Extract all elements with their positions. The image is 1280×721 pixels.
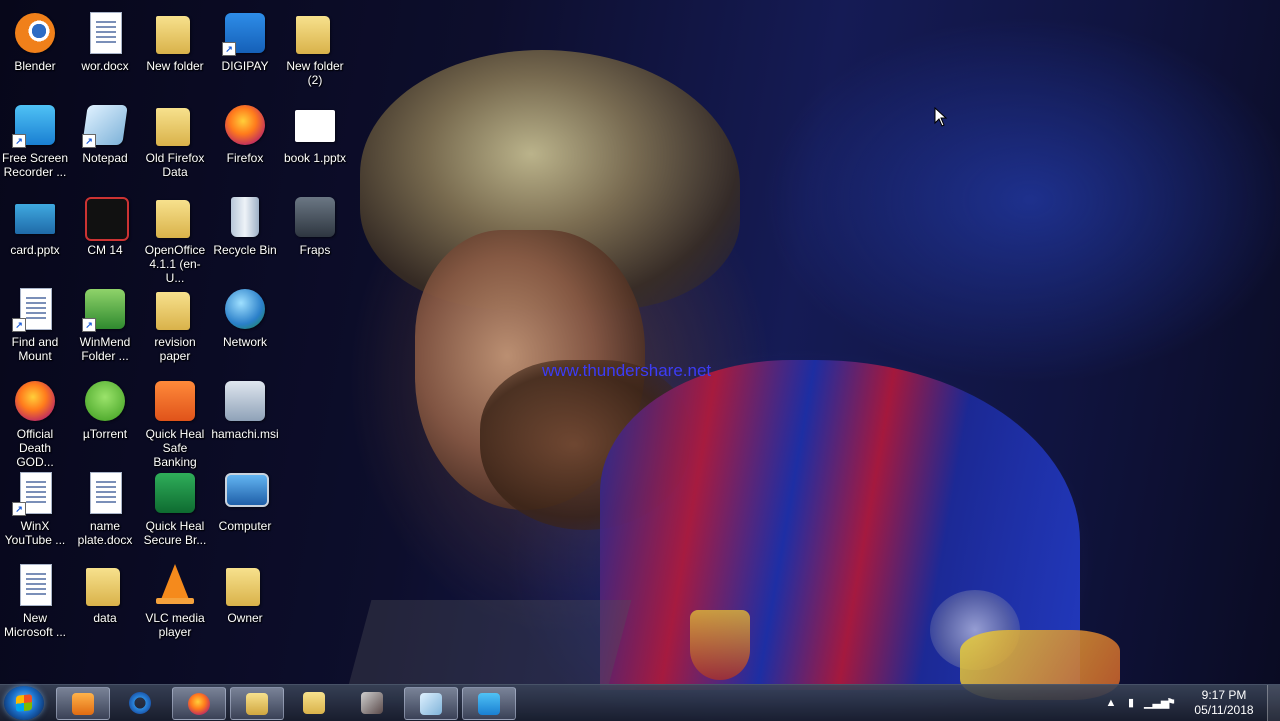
- taskbar-notepad[interactable]: [404, 687, 458, 720]
- folder-icon: [82, 562, 128, 608]
- wallpaper-shadow: [348, 600, 632, 685]
- desktop-icon-free-screen-recorder[interactable]: ↗ Free Screen Recorder ...: [0, 98, 70, 188]
- system-tray: ▲ ▮ ▁▃▅ ⚑ 9:17 PM 05/11/2018: [1100, 685, 1280, 721]
- winmend-icon: ↗: [82, 286, 128, 332]
- desktop-icon-find-and-mount[interactable]: ↗ Find and Mount: [0, 282, 70, 372]
- desktop-icon-card-pptx[interactable]: card.pptx: [0, 190, 70, 280]
- folder-icon: [152, 286, 198, 332]
- word-document-icon: [12, 562, 58, 608]
- desktop-icon-recycle-bin[interactable]: Recycle Bin: [210, 190, 280, 280]
- wallpaper-crest: [690, 610, 750, 680]
- taskbar-firefox[interactable]: [172, 687, 226, 720]
- quick-heal-browser-icon: [152, 470, 198, 516]
- desktop-icon-new-folder[interactable]: New folder: [140, 6, 210, 96]
- folder-icon: [152, 194, 198, 240]
- desktop-icon-new-folder-2[interactable]: New folder (2): [280, 6, 350, 96]
- presentation-icon: [12, 194, 58, 240]
- notepad-icon: [420, 693, 442, 715]
- show-desktop-button[interactable]: [1267, 685, 1280, 721]
- firefox-document-icon: [12, 378, 58, 424]
- blender-icon: [12, 10, 58, 56]
- desktop-icon-name-plate[interactable]: name plate.docx: [70, 466, 140, 556]
- screen-recorder-icon: [478, 693, 500, 715]
- usb-device-icon[interactable]: ▮: [1124, 696, 1138, 710]
- taskbar: ▲ ▮ ▁▃▅ ⚑ 9:17 PM 05/11/2018: [0, 684, 1280, 721]
- desktop-icon-computer[interactable]: Computer: [210, 466, 280, 556]
- windows-logo-icon: [16, 694, 32, 712]
- cm14-icon: [82, 194, 129, 241]
- media-player-icon: [72, 693, 94, 715]
- desktop-icon-utorrent[interactable]: µTorrent: [70, 374, 140, 464]
- desktop-icon-wor-docx[interactable]: wor.docx: [70, 6, 140, 96]
- folder-icon: [303, 692, 325, 714]
- digipay-icon: ↗: [222, 10, 268, 56]
- action-center-flag-icon[interactable]: ⚑: [1164, 696, 1178, 710]
- desktop-icon-blender[interactable]: Blender: [0, 6, 70, 96]
- desktop-icon-notepad[interactable]: ↗ Notepad: [70, 98, 140, 188]
- desktop-icon-new-microsoft[interactable]: New Microsoft ...: [0, 558, 70, 648]
- taskbar-media-player[interactable]: [56, 687, 110, 720]
- game-icon: [361, 692, 383, 714]
- desktop-icon-official-death-god[interactable]: Official Death GOD...: [0, 374, 70, 469]
- utorrent-icon: [82, 378, 128, 424]
- desktop-icon-openoffice[interactable]: OpenOffice 4.1.1 (en-U...: [140, 190, 210, 285]
- clock-date: 05/11/2018: [1194, 703, 1254, 717]
- desktop-icon-old-firefox-data[interactable]: Old Firefox Data: [140, 98, 210, 188]
- vlc-icon: [152, 562, 198, 608]
- wallpaper-sleeve-badge: [930, 590, 1020, 670]
- user-folder-icon: [222, 562, 268, 608]
- computer-icon: [222, 470, 269, 516]
- start-button[interactable]: [4, 686, 44, 720]
- clock[interactable]: 9:17 PM 05/11/2018: [1192, 688, 1256, 718]
- desktop-icon-quick-heal-secure-browser[interactable]: Quick Heal Secure Br...: [140, 466, 210, 556]
- desktop-icon-book1-pptx[interactable]: book 1.pptx: [280, 98, 350, 188]
- desktop-icon-hamachi-msi[interactable]: hamachi.msi: [210, 374, 280, 464]
- internet-explorer-icon: [129, 692, 151, 714]
- watermark-text: www.thundershare.net: [542, 361, 712, 380]
- mouse-cursor: [934, 107, 948, 127]
- desktop-icon-winmend-folder[interactable]: ↗ WinMend Folder ...: [70, 282, 140, 372]
- firefox-icon: [222, 102, 268, 148]
- folder-icon: [152, 10, 198, 56]
- firefox-icon: [188, 693, 210, 715]
- show-hidden-icons-arrow[interactable]: ▲: [1104, 696, 1118, 710]
- desktop-icon-digipay[interactable]: ↗ DIGIPAY: [210, 6, 280, 96]
- installer-icon: [222, 378, 268, 424]
- desktop-icon-cm14[interactable]: CM 14: [70, 190, 140, 280]
- wallpaper-jersey: [600, 360, 1080, 690]
- winx-youtube-icon: ↗: [12, 470, 58, 516]
- folder-icon: [152, 102, 198, 148]
- desktop-icon-winx-youtube[interactable]: ↗ WinX YouTube ...: [0, 466, 70, 556]
- desktop-icon-data[interactable]: data: [70, 558, 140, 648]
- taskbar-game[interactable]: [346, 687, 398, 718]
- taskbar-internet-explorer[interactable]: [114, 687, 166, 718]
- desktop-icon-revision-paper[interactable]: revision paper: [140, 282, 210, 372]
- desktop-icon-quick-heal-safe-banking[interactable]: Quick Heal Safe Banking: [140, 374, 210, 469]
- clock-time: 9:17 PM: [1201, 688, 1247, 702]
- desktop-icon-vlc[interactable]: VLC media player: [140, 558, 210, 648]
- screen-recorder-icon: ↗: [12, 102, 58, 148]
- find-and-mount-icon: ↗: [12, 286, 58, 332]
- word-document-icon: [82, 470, 128, 516]
- desktop-icon-network[interactable]: Network: [210, 282, 280, 372]
- quick-heal-banking-icon: [152, 378, 198, 424]
- notepad-icon: ↗: [82, 102, 128, 148]
- fraps-icon: [292, 194, 338, 240]
- desktop-icon-firefox[interactable]: Firefox: [210, 98, 280, 188]
- word-document-icon: [82, 10, 128, 56]
- network-signal-icon[interactable]: ▁▃▅: [1144, 696, 1169, 710]
- wallpaper-beard: [480, 360, 690, 530]
- folder-icon: [292, 10, 338, 56]
- recycle-bin-icon: [222, 194, 268, 240]
- taskbar-folder[interactable]: [288, 687, 340, 718]
- taskbar-file-explorer[interactable]: [230, 687, 284, 720]
- desktop-icon-owner[interactable]: Owner: [210, 558, 280, 648]
- wallpaper-hair: [360, 50, 740, 310]
- network-icon: [222, 286, 268, 332]
- taskbar-screen-recorder[interactable]: [462, 687, 516, 720]
- presentation-icon: [292, 102, 338, 148]
- desktop-icon-fraps[interactable]: Fraps: [280, 190, 350, 280]
- file-explorer-icon: [246, 693, 268, 715]
